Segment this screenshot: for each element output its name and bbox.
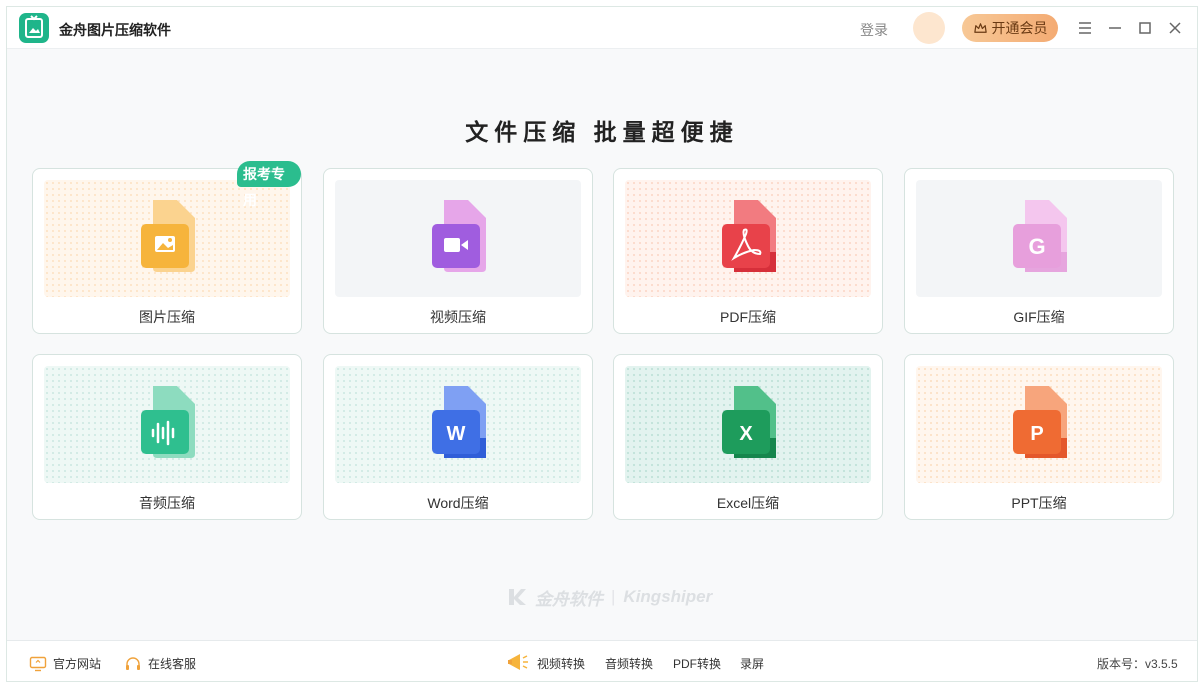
card-label: 视频压缩 bbox=[430, 309, 486, 325]
image-file-icon bbox=[133, 194, 201, 280]
app-title: 金舟图片压缩软件 bbox=[59, 22, 171, 38]
card-illustration bbox=[335, 180, 581, 297]
crown-icon bbox=[973, 22, 987, 33]
menu-icon[interactable] bbox=[1072, 15, 1098, 41]
official-site-link[interactable]: 官方网站 bbox=[29, 655, 101, 672]
brand-name-en: Kingshiper bbox=[623, 587, 713, 606]
online-service-link[interactable]: 在线客服 bbox=[124, 655, 196, 672]
card-label: Excel压缩 bbox=[716, 495, 780, 511]
card-image-compress[interactable]: 报考专用 图片压缩 bbox=[32, 161, 302, 334]
svg-text:P: P bbox=[1030, 423, 1043, 445]
brand-name-cn: 金舟软件 bbox=[535, 589, 603, 609]
svg-text:W: W bbox=[447, 423, 466, 445]
svg-text:X: X bbox=[739, 423, 753, 445]
card-illustration: X bbox=[625, 366, 871, 483]
brand-separator: | bbox=[611, 587, 616, 606]
pdf-file-icon bbox=[714, 194, 782, 280]
audio-convert-link[interactable]: 音频转换 bbox=[605, 655, 653, 672]
card-illustration bbox=[44, 366, 290, 483]
card-gif-compress[interactable]: G GIF压缩 bbox=[904, 168, 1174, 334]
minimize-icon[interactable] bbox=[1102, 15, 1128, 41]
app-logo-icon bbox=[19, 13, 49, 43]
card-label: PDF压缩 bbox=[720, 309, 776, 325]
card-label: 图片压缩 bbox=[139, 309, 195, 325]
card-illustration: W bbox=[335, 366, 581, 483]
exam-use-badge: 报考专用 bbox=[237, 161, 301, 208]
headset-icon bbox=[126, 656, 140, 670]
megaphone-icon bbox=[508, 654, 528, 670]
title-bar: 金舟图片压缩软件 登录 开通会员 bbox=[7, 7, 1197, 49]
vip-button[interactable]: 开通会员 bbox=[962, 14, 1058, 42]
avatar[interactable] bbox=[913, 12, 945, 44]
close-icon[interactable] bbox=[1162, 15, 1188, 41]
card-label: Word压缩 bbox=[427, 495, 489, 511]
card-illustration: G bbox=[916, 180, 1162, 297]
card-ppt-compress[interactable]: P PPT压缩 bbox=[904, 354, 1174, 520]
excel-file-icon: X bbox=[714, 380, 782, 466]
screen-record-link[interactable]: 录屏 bbox=[740, 655, 764, 672]
kingshiper-logo-icon bbox=[509, 589, 526, 605]
card-video-compress[interactable]: 视频压缩 bbox=[323, 168, 593, 334]
page-headline: 文件压缩 批量超便捷 bbox=[465, 119, 739, 145]
version-label: 版本号：v3.5.5 bbox=[1097, 657, 1178, 671]
card-excel-compress[interactable]: X Excel压缩 bbox=[613, 354, 883, 520]
card-illustration bbox=[625, 180, 871, 297]
online-service-label: 在线客服 bbox=[148, 657, 197, 671]
svg-text:G: G bbox=[1028, 234, 1045, 259]
monitor-icon bbox=[29, 656, 47, 671]
gif-file-icon: G bbox=[1005, 194, 1073, 280]
app-window: 金舟图片压缩软件 登录 开通会员 文件压缩 批量超便捷 报考专用 图片压缩 视频… bbox=[6, 6, 1198, 682]
video-file-icon bbox=[424, 194, 492, 280]
card-label: PPT压缩 bbox=[1011, 495, 1067, 511]
card-label: 音频压缩 bbox=[139, 495, 195, 511]
audio-file-icon bbox=[133, 380, 201, 466]
login-link[interactable]: 登录 bbox=[860, 20, 888, 40]
card-word-compress[interactable]: W Word压缩 bbox=[323, 354, 593, 520]
official-site-label: 官方网站 bbox=[53, 657, 102, 671]
brand-logo: 金舟软件 | Kingshiper bbox=[507, 585, 712, 609]
word-file-icon: W bbox=[424, 380, 492, 466]
ppt-file-icon: P bbox=[1005, 380, 1073, 466]
vip-label: 开通会员 bbox=[991, 20, 1048, 36]
pdf-convert-link[interactable]: PDF转换 bbox=[673, 655, 721, 672]
card-label: GIF压缩 bbox=[1013, 309, 1065, 325]
card-pdf-compress[interactable]: PDF压缩 bbox=[613, 168, 883, 334]
card-illustration: P bbox=[916, 366, 1162, 483]
video-convert-link[interactable]: 视频转换 bbox=[537, 655, 585, 672]
status-footer: 官方网站 在线客服 视频转换 音频转换 PDF转换 录屏 版本号：v3.5.5 bbox=[7, 640, 1197, 681]
maximize-icon[interactable] bbox=[1132, 15, 1158, 41]
card-audio-compress[interactable]: 音频压缩 bbox=[32, 354, 302, 520]
